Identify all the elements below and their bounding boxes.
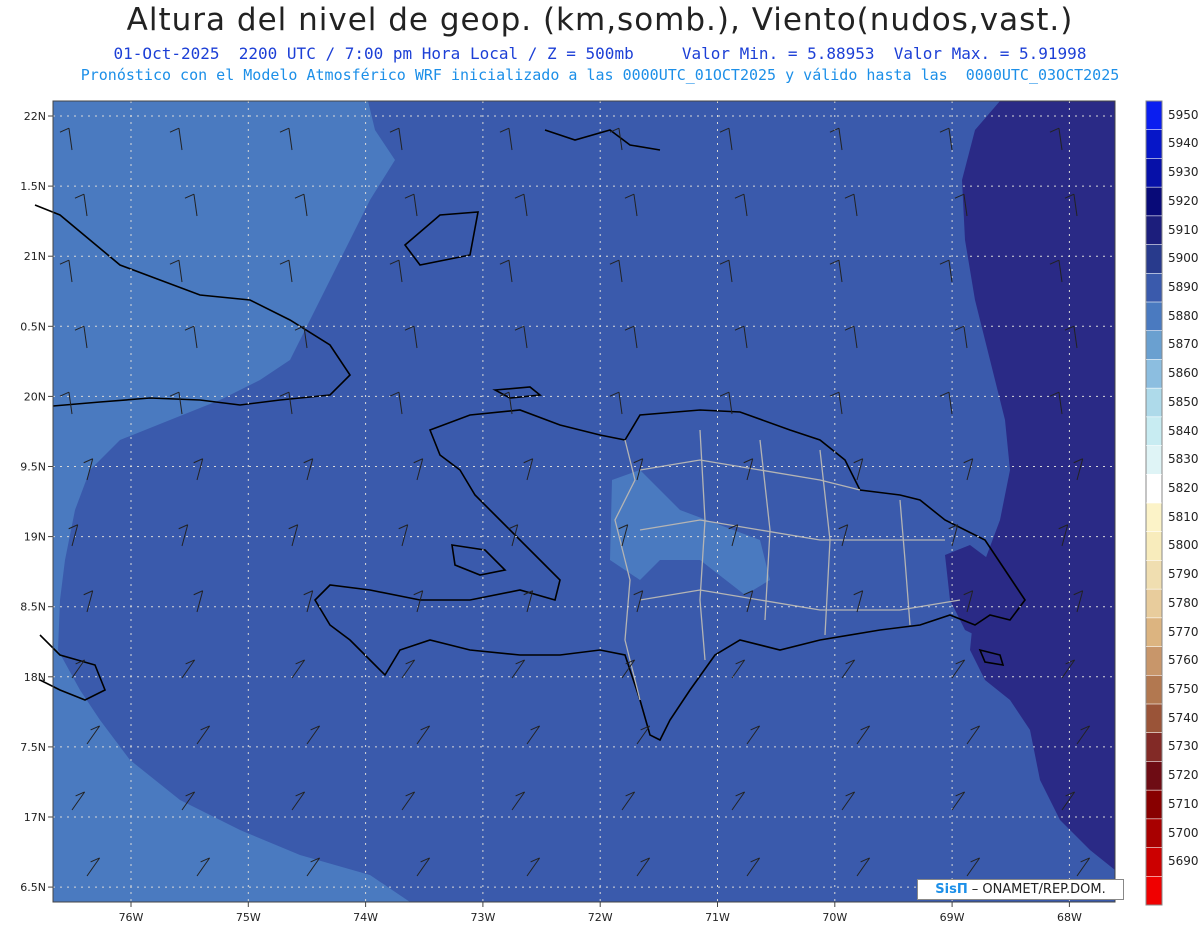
colorbar-swatch bbox=[1146, 101, 1162, 131]
colorbar-label: 5690 bbox=[1168, 854, 1199, 869]
lat-label: 1.5N bbox=[20, 180, 46, 193]
colorbar-swatch bbox=[1146, 646, 1162, 676]
lat-label: 21N bbox=[24, 250, 46, 263]
colorbar-label: 5730 bbox=[1168, 739, 1199, 754]
colorbar-label: 5790 bbox=[1168, 567, 1199, 582]
colorbar-label: 5910 bbox=[1168, 222, 1199, 237]
colorbar-swatch bbox=[1146, 244, 1162, 274]
lat-label: 6.5N bbox=[20, 881, 46, 894]
colorbar-label: 5890 bbox=[1168, 280, 1199, 294]
lon-label: 75W bbox=[236, 911, 261, 924]
colorbar-label: 5840 bbox=[1168, 423, 1199, 438]
colorbar-swatch bbox=[1146, 273, 1162, 303]
colorbar-swatch bbox=[1146, 474, 1162, 504]
lat-label: 19N bbox=[24, 531, 46, 544]
colorbar-label: 5920 bbox=[1168, 193, 1199, 208]
colorbar bbox=[1145, 100, 1163, 906]
colorbar-swatch bbox=[1146, 675, 1162, 705]
lon-label: 71W bbox=[705, 911, 730, 924]
lon-label: 69W bbox=[940, 911, 965, 924]
colorbar-label: 5930 bbox=[1168, 165, 1199, 180]
lon-label: 72W bbox=[588, 911, 613, 924]
colorbar-label: 5780 bbox=[1168, 595, 1199, 610]
lon-label: 74W bbox=[353, 911, 378, 924]
colorbar-swatch bbox=[1146, 129, 1162, 159]
lon-label: 70W bbox=[822, 911, 847, 924]
colorbar-label: 5700 bbox=[1168, 825, 1199, 840]
credit-org: – ONAMET/REP.DOM. bbox=[971, 882, 1106, 897]
colorbar-swatch bbox=[1146, 790, 1162, 820]
colorbar-swatch bbox=[1146, 445, 1162, 475]
lat-label: 18N bbox=[24, 671, 46, 684]
lon-label: 76W bbox=[119, 911, 144, 924]
colorbar-swatch bbox=[1146, 847, 1162, 877]
colorbar-label: 5770 bbox=[1168, 624, 1199, 639]
weather-map: 22N 1.5N 21N 0.5N 20N 9.5N 19N 8.5N 18N 7.5N 17N 6.… bbox=[20, 100, 1163, 924]
lat-label: 8.5N bbox=[20, 601, 46, 614]
sispi-logo: SisΠ bbox=[935, 882, 968, 897]
colorbar-label: 5880 bbox=[1168, 308, 1199, 323]
lat-label: 9.5N bbox=[20, 461, 46, 474]
colorbar-swatch bbox=[1146, 187, 1162, 217]
lat-label: 17N bbox=[24, 811, 46, 824]
colorbar-swatch bbox=[1146, 503, 1162, 533]
lat-label: 20N bbox=[24, 390, 46, 403]
colorbar-swatch bbox=[1146, 560, 1162, 590]
lon-label: 68W bbox=[1057, 911, 1082, 924]
colorbar-label: 5750 bbox=[1168, 682, 1199, 696]
colorbar-swatch bbox=[1146, 589, 1162, 619]
lat-label: 0.5N bbox=[20, 320, 46, 333]
colorbar-label: 5710 bbox=[1168, 796, 1199, 811]
lat-label: 7.5N bbox=[20, 741, 46, 754]
colorbar-label: 5820 bbox=[1168, 481, 1199, 495]
colorbar-label: 5850 bbox=[1168, 394, 1199, 409]
colorbar-label: 5900 bbox=[1168, 251, 1199, 266]
colorbar-label: 5940 bbox=[1168, 136, 1199, 151]
colorbar-label: 5760 bbox=[1168, 653, 1199, 668]
colorbar-swatch bbox=[1146, 704, 1162, 734]
colorbar-label: 5950 bbox=[1168, 107, 1199, 122]
credit-badge: SisΠ – ONAMET/REP.DOM. bbox=[917, 879, 1124, 900]
colorbar-label: 5860 bbox=[1168, 366, 1199, 381]
colorbar-swatch bbox=[1146, 761, 1162, 791]
colorbar-label: 5740 bbox=[1168, 710, 1199, 725]
colorbar-label: 5800 bbox=[1168, 538, 1199, 553]
colorbar-swatch bbox=[1146, 732, 1162, 762]
colorbar-label: 5830 bbox=[1168, 452, 1199, 467]
colorbar-swatch bbox=[1146, 617, 1162, 648]
lon-label: 73W bbox=[470, 911, 495, 924]
colorbar-swatch bbox=[1146, 158, 1162, 188]
colorbar-swatch bbox=[1146, 215, 1162, 246]
colorbar-swatch bbox=[1146, 876, 1162, 906]
colorbar-label: 5720 bbox=[1168, 768, 1199, 783]
colorbar-swatch bbox=[1146, 416, 1162, 447]
colorbar-swatch bbox=[1146, 531, 1162, 561]
lat-label: 22N bbox=[24, 110, 46, 123]
colorbar-swatch bbox=[1146, 359, 1162, 389]
colorbar-label: 5810 bbox=[1168, 509, 1199, 524]
colorbar-swatch bbox=[1146, 818, 1162, 849]
colorbar-swatch bbox=[1146, 388, 1162, 418]
colorbar-swatch bbox=[1146, 330, 1162, 360]
colorbar-label: 5870 bbox=[1168, 337, 1199, 352]
colorbar-swatch bbox=[1146, 302, 1162, 332]
